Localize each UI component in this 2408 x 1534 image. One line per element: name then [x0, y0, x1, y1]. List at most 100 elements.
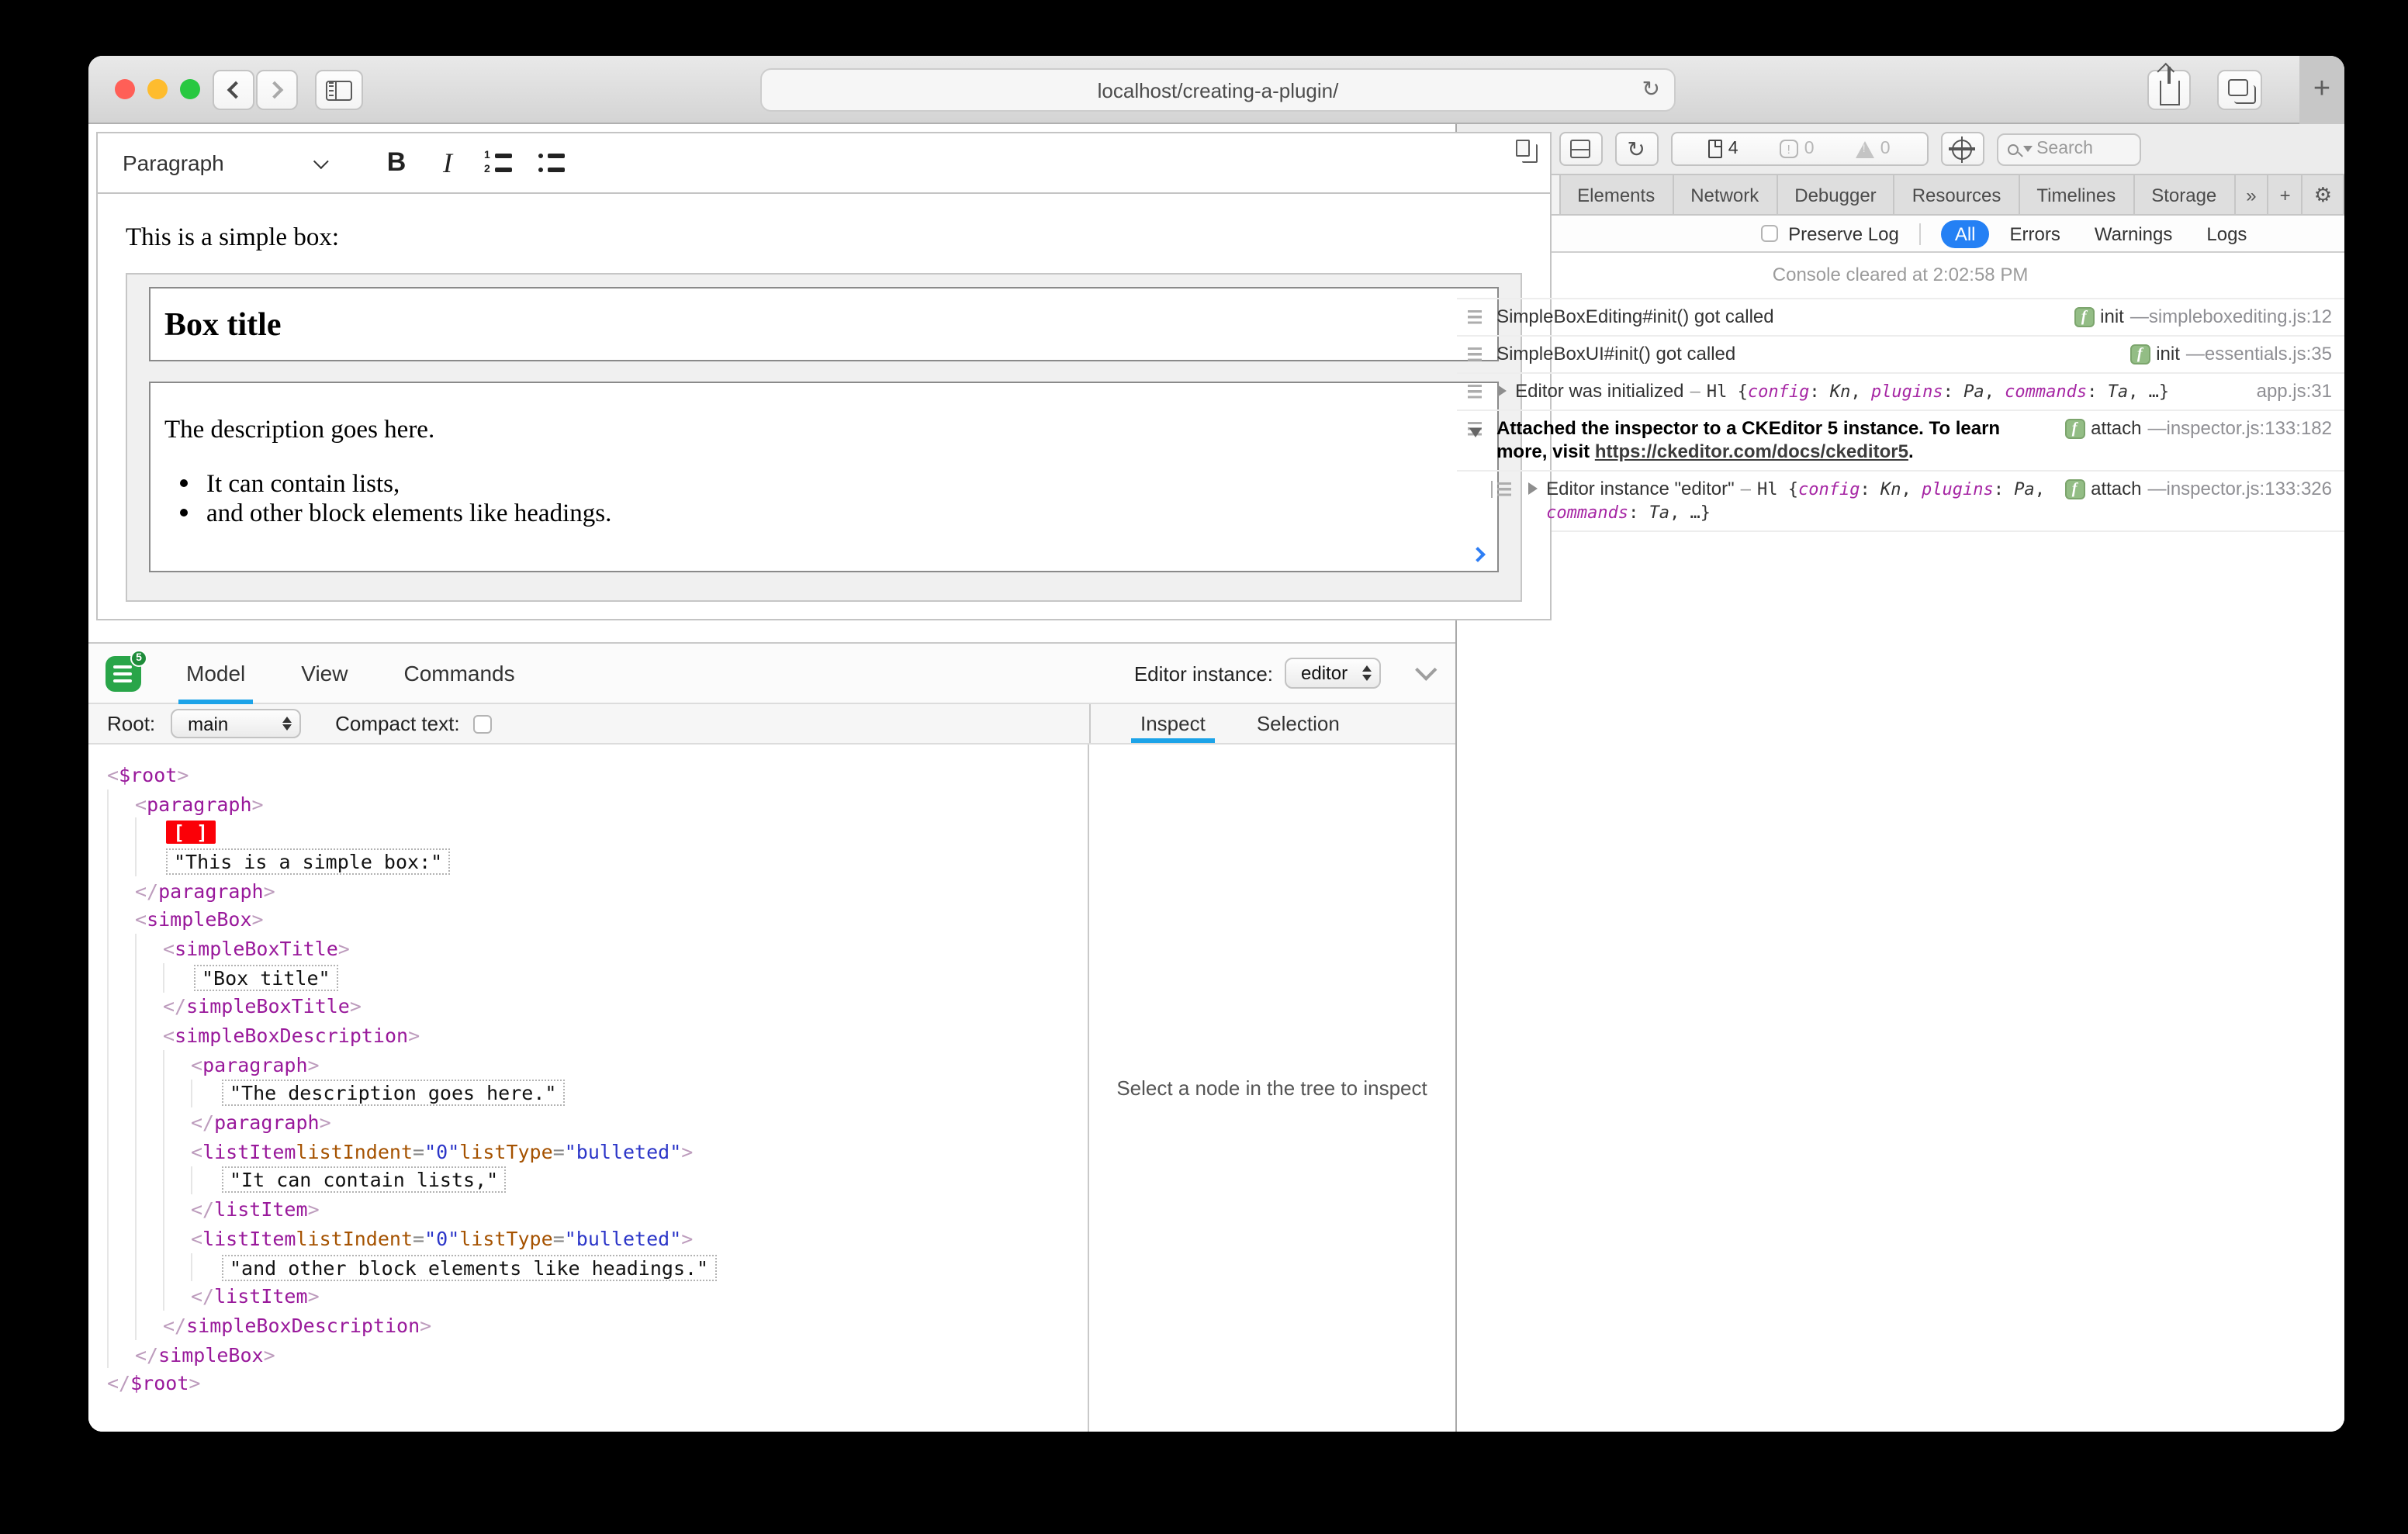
tree-row[interactable]: </paragraph >	[107, 876, 1088, 905]
tree-row[interactable]: < listItem listIndent = "0" listType = "bulle…	[107, 1224, 1088, 1253]
editor-instance-select[interactable]: editor	[1284, 658, 1381, 689]
tree-row[interactable]: </$root >	[107, 1369, 1088, 1398]
tree-row[interactable]: < $root >	[107, 760, 1088, 789]
tree-row[interactable]: [ ]	[107, 817, 1088, 848]
tree-row[interactable]: < simpleBoxDescription >	[107, 1021, 1088, 1050]
paragraph-style-dropdown[interactable]: Paragraph	[123, 150, 329, 175]
tree-row[interactable]: </simpleBoxTitle >	[107, 992, 1088, 1021]
tree-row[interactable]: </listItem >	[107, 1194, 1088, 1224]
devtools-search[interactable]	[1996, 133, 2141, 165]
description-list[interactable]: It can contain lists, and other block el…	[206, 468, 1483, 527]
share-button[interactable]	[2147, 67, 2191, 110]
console-message[interactable]: SimpleBoxUI#init() got called f init — ess…	[1456, 335, 2344, 372]
log-icon	[1467, 347, 1482, 361]
source-link[interactable]: simpleboxediting.js:12	[2149, 306, 2332, 329]
disclosure-collapsed-icon[interactable]	[1527, 482, 1538, 495]
bold-button[interactable]: B	[371, 147, 422, 178]
close-window-button[interactable]	[115, 79, 135, 99]
logo-badge: 5	[130, 649, 147, 666]
source-link[interactable]: essentials.js:35	[2205, 343, 2332, 366]
new-tab-button[interactable]: +	[2299, 56, 2344, 124]
reload-page-button[interactable]: ↻	[1614, 132, 1659, 166]
devtools-tab-timelines[interactable]: Timelines	[2019, 175, 2135, 214]
tree-row[interactable]: </listItem >	[107, 1281, 1088, 1311]
reload-icon[interactable]: ↻	[1642, 76, 1660, 102]
tree-row[interactable]: "and other block elements like headings.…	[107, 1252, 1088, 1282]
simplebox-widget[interactable]: Box title The description goes here. It …	[126, 273, 1522, 602]
tree-row[interactable]: </simpleBox >	[107, 1339, 1088, 1369]
tree-row[interactable]: < listItem listIndent = "0" listType = "bulle…	[107, 1136, 1088, 1166]
source-link[interactable]: inspector.js:133:326	[2167, 478, 2333, 501]
tree-row[interactable]: < simpleBox >	[107, 904, 1088, 935]
forward-button[interactable]	[256, 70, 298, 110]
tree-row[interactable]: < paragraph >	[107, 1049, 1088, 1080]
console-link[interactable]: https://ckeditor.com/docs/ckeditor5	[1595, 441, 1908, 462]
devtools-tab-elements[interactable]: Elements	[1560, 175, 1674, 214]
console-message[interactable]: Editor was initialized – Hl {config: Kn, p…	[1456, 372, 2344, 409]
scope-logs[interactable]: Logs	[2206, 223, 2247, 244]
tree-row[interactable]: < paragraph >	[107, 789, 1088, 818]
console-message[interactable]: SimpleBoxEditing#init() got called f init …	[1456, 298, 2344, 335]
tab-selection[interactable]: Selection	[1257, 704, 1340, 743]
list-item[interactable]: It can contain lists,	[206, 468, 1483, 498]
description-paragraph[interactable]: The description goes here.	[164, 414, 1483, 445]
search-input[interactable]	[2036, 140, 2118, 158]
devtools-tab-storage[interactable]: Storage	[2134, 175, 2236, 214]
root-select[interactable]: main	[171, 709, 302, 738]
devtools-tab-debugger[interactable]: Debugger	[1777, 175, 1895, 214]
devtools-tab-network[interactable]: Network	[1673, 175, 1778, 214]
disclosure-expanded-icon[interactable]	[1469, 428, 1482, 437]
tree-row[interactable]: "The description goes here."	[107, 1079, 1088, 1108]
tab-overview-button[interactable]	[2217, 70, 2262, 110]
settings-icon[interactable]: ⚙	[2303, 175, 2344, 214]
more-tabs-icon[interactable]: »	[2235, 175, 2269, 214]
console-message[interactable]: Editor instance "editor" – Hl {config: Kn,…	[1456, 470, 2344, 530]
element-picker-button[interactable]	[1940, 132, 1984, 166]
error-count: 0	[1804, 140, 1815, 158]
intro-paragraph[interactable]: This is a simple box:	[126, 222, 1522, 253]
tab-view[interactable]: View	[301, 643, 348, 703]
back-button[interactable]	[213, 70, 254, 110]
tree-row[interactable]: "It can contain lists,"	[107, 1166, 1088, 1195]
console-prompt[interactable]	[1456, 530, 2344, 565]
disclosure-collapsed-icon[interactable]	[1496, 385, 1507, 397]
italic-button[interactable]: I	[422, 147, 473, 179]
tab-commands[interactable]: Commands	[403, 643, 514, 703]
tab-inspect[interactable]: Inspect	[1131, 704, 1215, 743]
address-bar[interactable]: localhost/creating-a-plugin/ ↻	[760, 68, 1676, 112]
tab-model[interactable]: Model	[178, 643, 254, 703]
back-icon	[227, 81, 245, 99]
issues-summary[interactable]: 4 ! 0 0	[1670, 132, 1929, 166]
list-item[interactable]: and other block elements like headings.	[206, 498, 1483, 527]
source-link[interactable]: inspector.js:133:182	[2167, 417, 2333, 441]
dock-button[interactable]	[1559, 132, 1603, 166]
simplebox-description[interactable]: The description goes here. It can contai…	[149, 382, 1499, 572]
inspector-header: 5 Model View Commands Editor instance: edi…	[88, 644, 1455, 704]
scope-warnings[interactable]: Warnings	[2095, 223, 2173, 244]
sidebar-button[interactable]	[315, 70, 363, 110]
source-link[interactable]: app.js:31	[2257, 380, 2332, 403]
add-tab-icon[interactable]: +	[2269, 175, 2303, 214]
preserve-log-checkbox[interactable]	[1760, 225, 1778, 242]
log-icon	[1467, 385, 1482, 399]
zoom-window-button[interactable]	[180, 79, 200, 99]
compact-text-checkbox[interactable]	[473, 714, 493, 733]
console-filter-bar: Preserve Log All Errors Warnings Logs	[1456, 216, 2344, 253]
collapse-inspector-icon[interactable]	[1414, 658, 1437, 681]
devtools-tab-resources[interactable]: Resources	[1895, 175, 2020, 214]
style-dropdown-label: Paragraph	[123, 150, 224, 175]
scope-all[interactable]: All	[1940, 219, 1990, 247]
console-message[interactable]: Attached the inspector to a CKEditor 5 i…	[1456, 409, 2344, 470]
tree-row[interactable]: </paragraph >	[107, 1107, 1088, 1137]
tree-row[interactable]: </simpleBoxDescription >	[107, 1311, 1088, 1340]
reload-icon: ↻	[1627, 136, 1645, 161]
tree-row[interactable]: "This is a simple box:"	[107, 847, 1088, 876]
simplebox-title[interactable]: Box title	[149, 287, 1499, 361]
tree-row[interactable]: < simpleBoxTitle >	[107, 934, 1088, 963]
scope-errors[interactable]: Errors	[2010, 223, 2060, 244]
numbered-list-button[interactable]: 1 2	[484, 150, 515, 174]
tree-row[interactable]: "Box title"	[107, 962, 1088, 992]
minimize-window-button[interactable]	[147, 79, 168, 99]
bulleted-list-button[interactable]	[537, 151, 568, 174]
editor-content[interactable]: This is a simple box: Box title The desc…	[98, 194, 1550, 602]
